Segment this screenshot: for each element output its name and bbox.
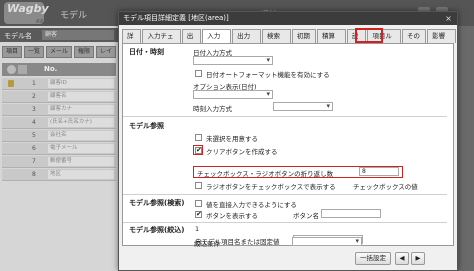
divider: [123, 194, 447, 195]
tab-output-control[interactable]: 出力制御: [232, 29, 261, 52]
direct-input-label: 値を直接入力できるようにする: [206, 201, 297, 209]
tab-accumulate[interactable]: 積算条件: [317, 29, 346, 52]
item-detail-dialog: モデル項目詳細定義 [地区(area)] × 詳細 入力チェック 出力 入力制御…: [118, 11, 458, 271]
tab-input-control[interactable]: 入力制御: [202, 29, 232, 52]
item-toolbar: No.: [2, 63, 116, 76]
auto-format-checkbox[interactable]: [195, 70, 202, 77]
divider: [123, 222, 447, 223]
prev-icon[interactable]: ◀: [395, 252, 409, 265]
tab-other[interactable]: その他: [401, 29, 427, 52]
button-name-input[interactable]: [321, 209, 381, 218]
time-input-label: 時刻入力方式: [193, 105, 232, 113]
table-row[interactable]: 7 郵便番号: [2, 156, 116, 168]
left-tabs: 項目 一覧 メール 権限 レイ: [2, 46, 117, 58]
clear-button-checkbox-highlight: [193, 145, 203, 155]
auto-format-label: 日付オートフォーマット機能を有効にする: [206, 71, 330, 79]
narrow-condition-select[interactable]: [292, 237, 362, 246]
table-row[interactable]: 6 電子メール: [2, 143, 116, 155]
dialog-tabs: 詳細 入力チェック 出力 入力制御 出力制御 検索制御 初期値 積算条件 説明 …: [122, 29, 457, 52]
section-datetime-label: 日付・時刻: [129, 48, 164, 56]
tab-output[interactable]: 出力: [181, 29, 202, 52]
section-model-ref-label: モデル参照: [129, 122, 164, 130]
radio-as-checkbox-label: ラジオボタンをチェックボックスで表示する: [206, 183, 336, 191]
tab-detail[interactable]: 詳細: [122, 29, 142, 52]
checkbox-value-label: チェックボックスの値: [353, 183, 418, 191]
date-option-select[interactable]: [193, 90, 273, 99]
next-icon[interactable]: ▶: [411, 252, 425, 265]
direct-input-checkbox[interactable]: [195, 200, 202, 207]
left-tab-layout[interactable]: レイ: [96, 46, 117, 58]
show-button-checkbox[interactable]: [195, 210, 202, 218]
nav-model[interactable]: モデル: [60, 8, 87, 21]
date-input-format-select[interactable]: [193, 56, 273, 65]
table-row[interactable]: 2 顧客名: [2, 91, 116, 103]
edit-icon[interactable]: [7, 65, 16, 74]
model-name-field[interactable]: 顧客: [42, 30, 114, 40]
clear-button-label: クリアボタンを作成する: [206, 148, 278, 156]
unselected-checkbox[interactable]: [195, 134, 202, 141]
tab-content: 日付・時刻 日付入力方式 日付オートフォーマット機能を有効にする オプション表示…: [122, 43, 454, 246]
button-name-label: ボタン名: [293, 212, 319, 220]
model-name-label: モデル名: [4, 32, 32, 40]
tab-impact[interactable]: 影響分析: [427, 29, 457, 52]
model-name-row: モデル名 顧客: [0, 28, 118, 42]
left-tab-mail[interactable]: メール: [46, 46, 73, 58]
active-tab-highlight: [355, 28, 383, 43]
wrap-count-highlight: [193, 166, 403, 178]
table-row[interactable]: 1 顧客ID: [2, 78, 116, 90]
tab-search-control[interactable]: 検索制御: [261, 29, 291, 52]
radio-as-checkbox-checkbox[interactable]: [195, 182, 202, 189]
table-row[interactable]: 8 地区: [2, 169, 116, 181]
show-button-label: ボタンを表示する: [206, 212, 258, 220]
app-logo: Wagby R8: [4, 2, 49, 25]
table-row[interactable]: 3 顧客カナ: [2, 104, 116, 116]
section-model-ref-search-label: モデル参照(検索): [129, 199, 185, 207]
narrow-condition-label: 絞込条件: [194, 240, 220, 248]
divider: [123, 116, 447, 117]
table-row[interactable]: 4 (氏名+氏名カナ): [2, 117, 116, 129]
checkbox-all-icon[interactable]: [18, 65, 27, 74]
close-icon[interactable]: ×: [444, 14, 453, 23]
section-model-ref-narrow-label: モデル参照(絞込): [129, 226, 185, 234]
right-strip: [458, 26, 474, 271]
table-row[interactable]: 5 会社名: [2, 130, 116, 142]
bulk-setting-button[interactable]: 一括設定: [355, 252, 391, 265]
tab-input-check[interactable]: 入力チェック: [142, 29, 181, 52]
tab-initial-value[interactable]: 初期値: [291, 29, 317, 52]
time-input-select[interactable]: [273, 102, 333, 111]
key-icon: [8, 80, 14, 87]
column-no: No.: [44, 65, 58, 73]
left-tab-items[interactable]: 項目: [2, 46, 23, 58]
narrow-index: 1: [195, 225, 200, 233]
left-tab-list[interactable]: 一覧: [24, 46, 45, 58]
unselected-label: 未選択を用意する: [206, 135, 258, 143]
left-tab-permission[interactable]: 権限: [74, 46, 95, 58]
dialog-title: モデル項目詳細定義 [地区(area)]: [123, 14, 229, 22]
dialog-title-bar: モデル項目詳細定義 [地区(area)] ×: [119, 12, 457, 25]
